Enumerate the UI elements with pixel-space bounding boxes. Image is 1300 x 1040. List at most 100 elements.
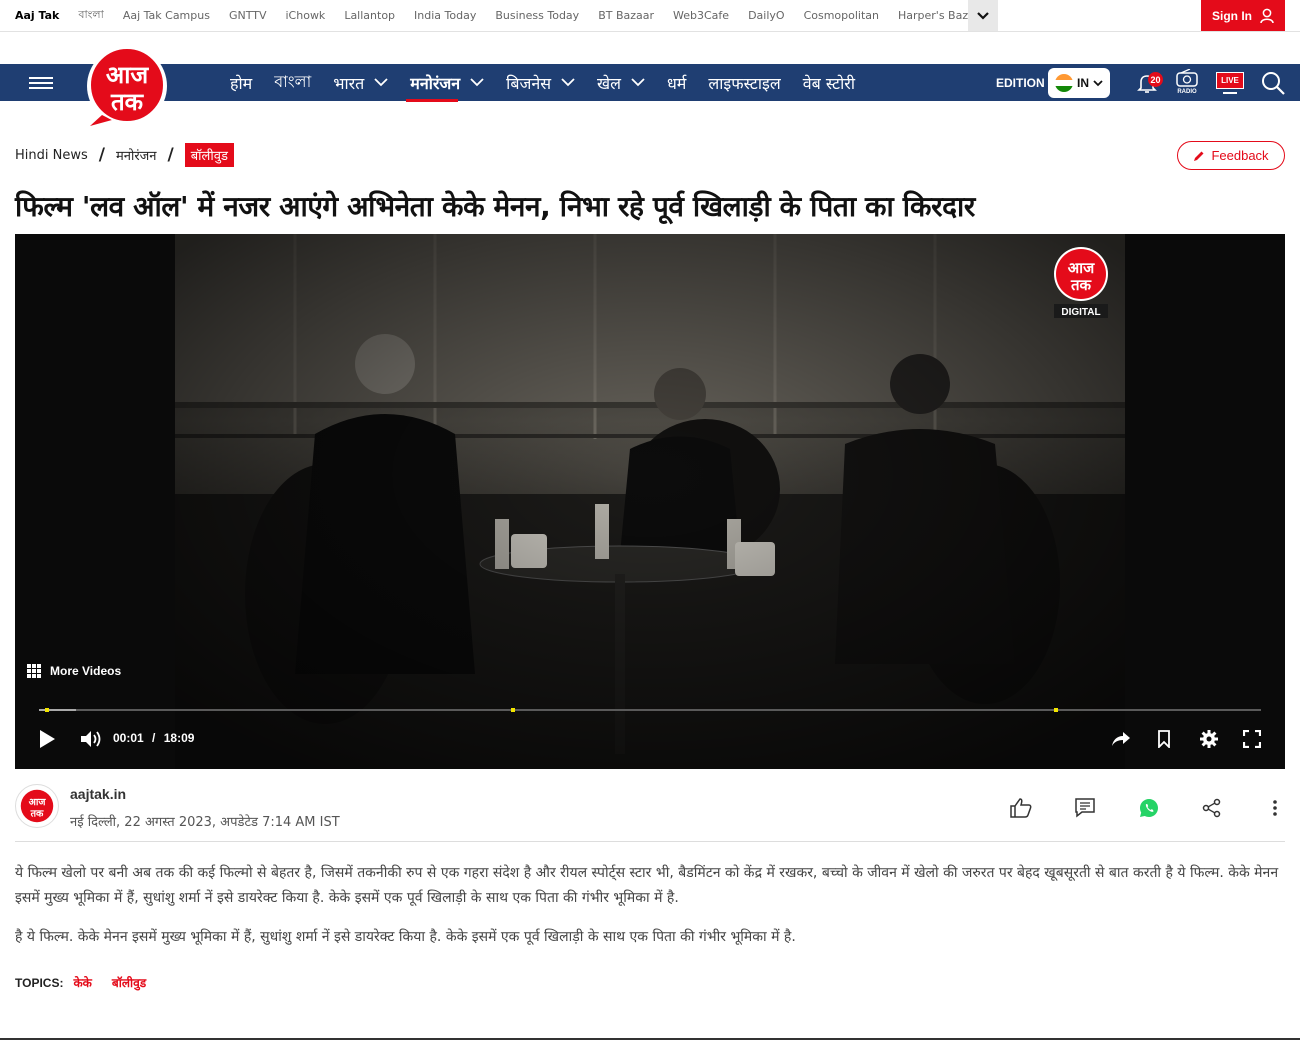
sign-in-label: Sign In xyxy=(1212,8,1252,23)
whatsapp-icon[interactable] xyxy=(1137,796,1161,820)
chevron-down-icon xyxy=(561,78,575,87)
nav-item-lifestyle[interactable]: लाइफस्टाइल xyxy=(708,72,780,94)
nav-item-web-story[interactable]: वेब स्टोरी xyxy=(803,72,855,94)
video-thumbnail-image xyxy=(175,234,1125,769)
fullscreen-icon[interactable] xyxy=(1243,727,1261,751)
article-headline: फिल्म 'लव ऑल' में नजर आएंगे अभिनेता केके… xyxy=(15,190,975,223)
network-link-cosmopolitan[interactable]: Cosmopolitan xyxy=(804,9,879,22)
network-link-aajtak[interactable]: Aaj Tak xyxy=(15,9,59,22)
network-link-businesstoday[interactable]: Business Today xyxy=(495,9,579,22)
network-link-web3cafe[interactable]: Web3Cafe xyxy=(673,9,729,22)
edition-value: IN xyxy=(1077,76,1089,90)
breadcrumb-separator: / xyxy=(98,145,105,165)
logo-line1: आज xyxy=(106,61,150,89)
network-links: Aaj Tak বাংলা Aaj Tak Campus GNTTV iChow… xyxy=(15,0,1005,31)
avatar-logo-line2: तक xyxy=(30,809,44,820)
live-label: LIVE xyxy=(1216,71,1244,89)
edition-select[interactable]: IN xyxy=(1048,68,1110,98)
topics-label: TOPICS: xyxy=(15,975,64,990)
feedback-button[interactable]: Feedback xyxy=(1177,141,1285,170)
more-options-icon[interactable] xyxy=(1263,796,1287,820)
radio-label: RADIO xyxy=(1177,89,1197,95)
topic-link-bollywood[interactable]: बॉलीवुड xyxy=(112,974,146,991)
duration: 18:09 xyxy=(163,731,195,745)
search-icon[interactable] xyxy=(1258,64,1288,101)
network-link-btbazaar[interactable]: BT Bazaar xyxy=(598,9,654,22)
chevron-down-icon xyxy=(631,78,645,87)
user-icon xyxy=(1260,8,1274,23)
video-frame xyxy=(175,234,1125,769)
network-link-ichowk[interactable]: iChowk xyxy=(286,9,326,22)
grid-icon xyxy=(27,664,41,678)
chapter-marker[interactable] xyxy=(510,708,515,712)
like-icon[interactable] xyxy=(1009,796,1033,820)
chapter-marker[interactable] xyxy=(1054,708,1059,712)
chevron-down-icon xyxy=(470,78,484,87)
nav-item-business[interactable]: बिजनेस xyxy=(506,72,575,94)
time-separator: / xyxy=(152,731,156,745)
share-icon[interactable] xyxy=(1200,796,1224,820)
volume-icon[interactable] xyxy=(79,727,103,751)
chevron-down-icon xyxy=(1093,79,1103,86)
article-paragraph: है ये फिल्म. केके मेनन इसमें मुख्य भूमिक… xyxy=(15,929,796,945)
share-arrow-icon[interactable] xyxy=(1111,727,1131,751)
avatar-logo-line1: आज xyxy=(29,797,47,808)
watermark-line1: आज xyxy=(1068,259,1095,277)
notification-count-badge: 20 xyxy=(1148,72,1163,87)
logo-line2: तक xyxy=(110,88,145,116)
pencil-icon xyxy=(1194,151,1204,161)
article-paragraph: ये फिल्म खेलो पर बनी अब तक की कई फिल्मो … xyxy=(15,865,1279,906)
author-name[interactable]: aajtak.in xyxy=(70,786,126,802)
breadcrumb: Hindi News / मनोरंजन / बॉलीवुड xyxy=(15,142,234,168)
india-flag-icon xyxy=(1055,74,1073,92)
video-player[interactable]: आज तक DIGITAL More Videos 00:01 / 18:09 xyxy=(15,234,1285,769)
nav-item-bangla[interactable]: বাংলা xyxy=(274,69,311,96)
network-link-indiatoday[interactable]: India Today xyxy=(414,9,476,22)
chevron-down-icon xyxy=(374,78,388,87)
nav-item-bharat[interactable]: भारत xyxy=(333,72,388,94)
breadcrumb-hindi-news[interactable]: Hindi News xyxy=(15,148,88,163)
settings-gear-icon[interactable] xyxy=(1199,727,1219,751)
network-link-lallantop[interactable]: Lallantop xyxy=(344,9,395,22)
hamburger-menu-icon[interactable] xyxy=(29,77,53,89)
nav-item-home[interactable]: होम xyxy=(230,72,252,94)
chapter-marker[interactable] xyxy=(45,708,50,712)
feedback-label: Feedback xyxy=(1211,148,1269,163)
network-bar: Aaj Tak বাংলা Aaj Tak Campus GNTTV iChow… xyxy=(0,0,1300,32)
topic-link-kk[interactable]: केके xyxy=(73,974,91,991)
play-icon[interactable] xyxy=(37,727,57,751)
video-timer: 00:01 / 18:09 xyxy=(113,731,194,745)
network-link-dailyo[interactable]: DailyO xyxy=(748,9,785,22)
network-link-gnttv[interactable]: GNTTV xyxy=(229,9,267,22)
breadcrumb-manoranjan[interactable]: मनोरंजन xyxy=(116,146,157,164)
aajtak-logo[interactable]: आज तक xyxy=(72,40,182,128)
video-progress-bar[interactable] xyxy=(39,708,1261,712)
more-videos-button[interactable]: More Videos xyxy=(27,664,121,678)
sign-in-button[interactable]: Sign In xyxy=(1201,0,1285,31)
breadcrumb-separator: / xyxy=(167,145,174,165)
radio-icon[interactable]: RADIO xyxy=(1172,64,1202,101)
chevron-down-icon xyxy=(977,11,989,20)
watermark-line2: तक xyxy=(1070,276,1093,294)
article-dateline: नई दिल्ली, 22 अगस्त 2023, अपडेटेड 7:14 A… xyxy=(70,815,340,830)
main-navigation: होम বাংলা भारत मनोरंजन बिजनेस खेल धर्म ल… xyxy=(0,64,1300,102)
nav-item-khel[interactable]: खेल xyxy=(597,72,645,94)
edition-label: EDITION xyxy=(996,75,1045,90)
comment-icon[interactable] xyxy=(1073,796,1097,820)
nav-item-manoranjan[interactable]: मनोरंजन xyxy=(406,72,484,102)
network-link-campus[interactable]: Aaj Tak Campus xyxy=(123,9,210,22)
more-videos-label: More Videos xyxy=(50,664,122,678)
watermark-tag: DIGITAL xyxy=(1061,307,1100,318)
network-more-button[interactable] xyxy=(968,0,998,31)
nav-item-dharm[interactable]: धर्म xyxy=(667,72,686,94)
aajtak-digital-watermark: आज तक DIGITAL xyxy=(1054,247,1108,318)
bookmark-icon[interactable] xyxy=(1157,727,1171,751)
author-row: आज तक aajtak.in नई दिल्ली, 22 अगस्त 2023… xyxy=(15,784,1285,842)
breadcrumb-bollywood[interactable]: बॉलीवुड xyxy=(184,143,234,167)
live-tv-icon[interactable]: LIVE xyxy=(1215,64,1245,101)
topics-row: TOPICS: केके बॉलीवुड xyxy=(15,974,146,991)
author-avatar[interactable]: आज तक xyxy=(15,784,59,828)
network-link-bangla[interactable]: বাংলা xyxy=(78,6,103,25)
current-time: 00:01 xyxy=(113,731,144,745)
nav-items: होम বাংলা भारत मनोरंजन बिजनेस खेल धर्म ल… xyxy=(230,64,877,102)
